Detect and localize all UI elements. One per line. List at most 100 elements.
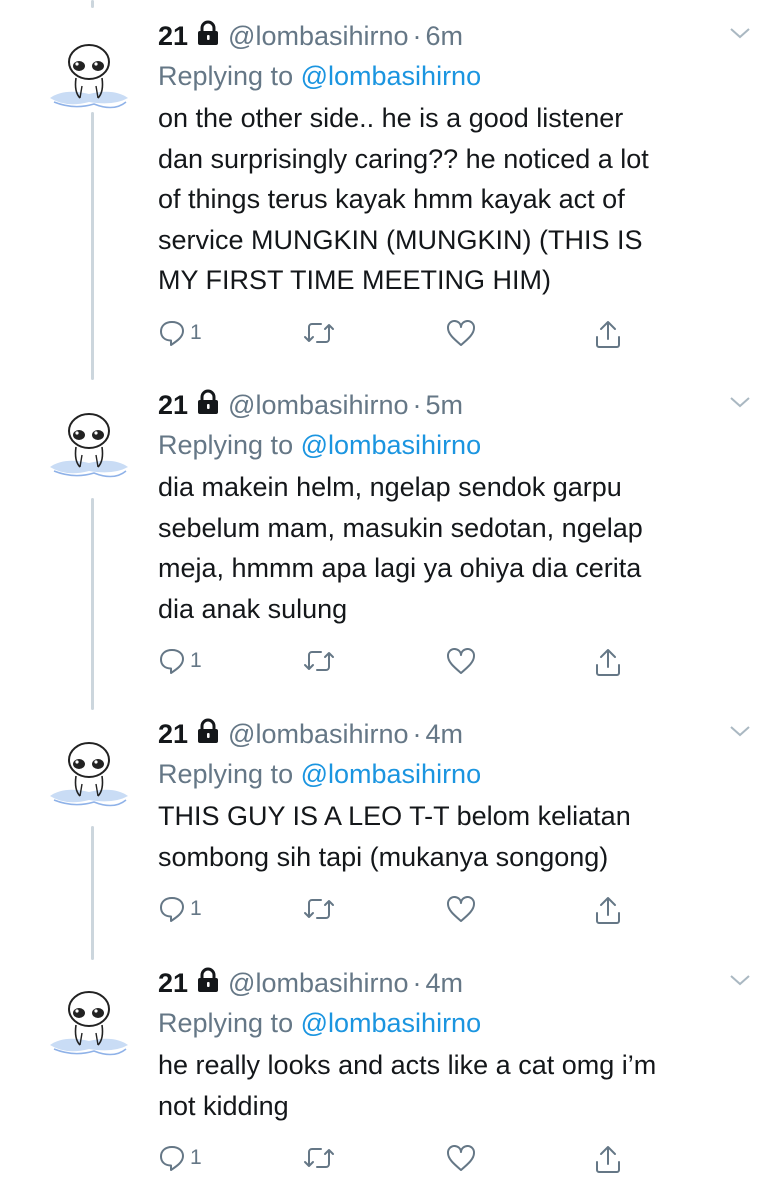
tweet-text-line: meja, hmmm apa lagi ya ohiya dia cerita (158, 553, 642, 583)
heart-icon (446, 319, 476, 347)
tweet-text: THIS GUY IS A LEO T-T belom keliatan som… (158, 796, 753, 877)
reply-button[interactable]: 1 (158, 1144, 202, 1172)
tweet-header: 21 @lombasihirno · 4m (158, 963, 753, 1003)
tweet-header: 21 @lombasihirno · 5m (158, 385, 753, 425)
chevron-down-icon[interactable] (727, 389, 753, 422)
display-name[interactable]: 21 (158, 719, 188, 750)
tweet-text-line: dan surprisingly caring?? he noticed a l… (158, 143, 649, 174)
reply-button[interactable]: 1 (158, 895, 202, 923)
retweet-icon (302, 895, 336, 923)
tweet-text-line: of things terus kayak hmm kayak act of (158, 184, 625, 214)
replying-to: Replying to @lombasihirno (158, 425, 753, 465)
lock-icon (196, 718, 220, 751)
share-button[interactable] (594, 895, 622, 925)
lock-icon (196, 967, 220, 1000)
reply-button[interactable]: 1 (158, 647, 202, 675)
lock-icon (196, 20, 220, 53)
heart-icon (446, 895, 476, 923)
tweet-text: on the other side.. he is a good listene… (158, 98, 753, 301)
tweet-text-line: not kidding (158, 1090, 289, 1121)
replying-to: Replying to @lombasihirno (158, 56, 753, 96)
heart-icon (446, 647, 476, 675)
chevron-down-icon[interactable] (727, 967, 753, 1000)
tweet-text-line: he really looks and acts like a cat omg … (158, 1050, 657, 1080)
user-handle[interactable]: @lombasihirno (228, 719, 408, 750)
thread-line (91, 112, 94, 380)
mention-link[interactable]: @lombasihirno (301, 61, 481, 91)
tweet-actions: 1 (158, 1144, 753, 1184)
reply-count: 1 (190, 897, 202, 920)
retweet-button[interactable] (302, 647, 336, 675)
tweet-text: dia makein helm, ngelap sendok garpu seb… (158, 467, 753, 629)
tweet-text-line: THIS GUY IS A LEO T-T belom keliatan (158, 801, 631, 831)
replying-to: Replying to @lombasihirno (158, 1003, 753, 1043)
share-button[interactable] (594, 1144, 622, 1174)
retweet-icon (302, 1144, 336, 1172)
like-button[interactable] (446, 1144, 476, 1172)
replying-to-label: Replying to (158, 430, 294, 460)
replying-to-label: Replying to (158, 759, 294, 789)
tweet-actions: 1 (158, 319, 753, 359)
share-button[interactable] (594, 319, 622, 349)
share-icon (594, 1144, 622, 1174)
share-icon (594, 319, 622, 349)
reply-icon (158, 1144, 186, 1172)
tweet-actions: 1 (158, 647, 753, 687)
separator-dot: · (412, 718, 422, 749)
timestamp[interactable]: 6m (426, 21, 464, 52)
retweet-icon (302, 647, 336, 675)
user-handle[interactable]: @lombasihirno (228, 968, 408, 999)
avatar[interactable] (44, 987, 134, 1077)
thread-line (91, 0, 94, 8)
separator-dot: · (412, 389, 422, 420)
mention-link[interactable]: @lombasihirno (301, 1008, 481, 1038)
display-name[interactable]: 21 (158, 21, 188, 52)
tweet-actions: 1 (158, 895, 753, 935)
retweet-button[interactable] (302, 1144, 336, 1172)
reply-button[interactable]: 1 (158, 319, 202, 347)
reply-count: 1 (190, 320, 202, 344)
avatar[interactable] (44, 40, 134, 130)
retweet-button[interactable] (302, 895, 336, 923)
reply-icon (158, 319, 186, 347)
reply-count: 1 (190, 1146, 202, 1169)
lock-icon (196, 389, 220, 422)
chevron-down-icon[interactable] (727, 20, 753, 53)
tweet-text-line: sombong sih tapi (mukanya songong) (158, 841, 609, 872)
like-button[interactable] (446, 895, 476, 923)
tweet-header: 21 @lombasihirno · 4m (158, 714, 753, 754)
thread-line (91, 498, 94, 710)
tweet-text-line: dia anak sulung (158, 593, 348, 624)
tweet-text: he really looks and acts like a cat omg … (158, 1045, 753, 1126)
tweet-header: 21 @lombasihirno · 6m (158, 16, 753, 56)
chevron-down-icon[interactable] (727, 718, 753, 751)
avatar[interactable] (44, 738, 134, 828)
share-icon (594, 895, 622, 925)
replying-to-label: Replying to (158, 1008, 294, 1038)
thread-line (91, 826, 94, 960)
retweet-button[interactable] (302, 319, 336, 347)
display-name[interactable]: 21 (158, 968, 188, 999)
mention-link[interactable]: @lombasihirno (301, 430, 481, 460)
tweet-text-line: sebelum mam, masukin sedotan, ngelap (158, 512, 643, 543)
reply-icon (158, 895, 186, 923)
like-button[interactable] (446, 647, 476, 675)
separator-dot: · (412, 20, 422, 51)
heart-icon (446, 1144, 476, 1172)
display-name[interactable]: 21 (158, 390, 188, 421)
timestamp[interactable]: 4m (426, 968, 464, 999)
timestamp[interactable]: 4m (426, 719, 464, 750)
user-handle[interactable]: @lombasihirno (228, 21, 408, 52)
user-handle[interactable]: @lombasihirno (228, 390, 408, 421)
reply-count: 1 (190, 649, 202, 672)
timestamp[interactable]: 5m (426, 390, 464, 421)
separator-dot: · (412, 967, 422, 998)
avatar[interactable] (44, 409, 134, 499)
mention-link[interactable]: @lombasihirno (301, 759, 481, 789)
replying-to: Replying to @lombasihirno (158, 754, 753, 794)
tweet-text-line: dia makein helm, ngelap sendok garpu (158, 472, 622, 502)
reply-icon (158, 647, 186, 675)
share-icon (594, 647, 622, 677)
share-button[interactable] (594, 647, 622, 677)
like-button[interactable] (446, 319, 476, 347)
